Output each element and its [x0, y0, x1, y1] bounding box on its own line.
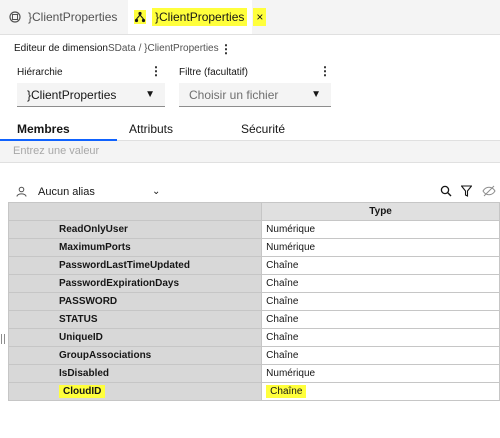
- table-header-row: Type: [7, 202, 500, 221]
- member-name-text: CloudID: [59, 385, 106, 398]
- member-type[interactable]: Chaîne: [261, 310, 500, 329]
- member-type[interactable]: Numérique: [261, 364, 500, 383]
- member-name: PASSWORD: [7, 292, 263, 311]
- resize-handle[interactable]: [1, 334, 5, 344]
- table-row[interactable]: IsDisabled Numérique: [7, 364, 500, 383]
- member-name: PasswordLastTimeUpdated: [7, 256, 263, 275]
- tab-bar: }ClientProperties }ClientProperties ×: [0, 0, 500, 35]
- alias-toolbar: Aucun alias ⌄: [0, 180, 500, 204]
- member-type[interactable]: Chaîne: [261, 382, 500, 401]
- tab-label: }ClientProperties: [28, 10, 118, 24]
- member-type[interactable]: Numérique: [261, 220, 500, 239]
- filter-label: Filtre (facultatif): [179, 67, 248, 78]
- chevron-down-icon[interactable]: ⌄: [152, 186, 160, 197]
- alias-dropdown[interactable]: Aucun alias: [38, 186, 95, 198]
- search-icon[interactable]: [440, 185, 452, 200]
- member-name: GroupAssociations: [7, 346, 263, 365]
- table-row[interactable]: PASSWORD Chaîne: [7, 292, 500, 311]
- tab-hierarchy[interactable]: }ClientProperties ×: [128, 0, 267, 34]
- close-icon[interactable]: ×: [253, 8, 267, 26]
- column-header-type[interactable]: Type: [261, 202, 500, 221]
- member-type[interactable]: Chaîne: [261, 274, 500, 293]
- tab-membres[interactable]: Membres: [17, 122, 70, 136]
- table-row[interactable]: PasswordLastTimeUpdated Chaîne: [7, 256, 500, 275]
- member-name: ReadOnlyUser: [7, 220, 263, 239]
- member-name: CloudID: [7, 382, 263, 401]
- member-name: MaximumPorts: [7, 238, 263, 257]
- overflow-menu-icon[interactable]: ⋮: [150, 65, 162, 77]
- page-title: Editeur de dimension: [14, 43, 108, 54]
- hierarchy-dropdown[interactable]: }ClientProperties ▼: [17, 83, 165, 107]
- hide-icon[interactable]: [482, 185, 496, 200]
- breadcrumb[interactable]: SData / }ClientProperties: [108, 43, 219, 54]
- overflow-menu-icon[interactable]: ⋮: [319, 65, 331, 77]
- members-table: Type ReadOnlyUser Numérique MaximumPorts N…: [7, 202, 500, 401]
- table-row[interactable]: MaximumPorts Numérique: [7, 238, 500, 257]
- dimension-icon: [8, 10, 22, 24]
- member-name: UniqueID: [7, 328, 263, 347]
- table-row[interactable]: ReadOnlyUser Numérique: [7, 220, 500, 239]
- filter-placeholder: Choisir un fichier: [189, 87, 279, 102]
- hierarchy-value: }ClientProperties: [27, 87, 117, 102]
- table-corner: [7, 202, 263, 221]
- member-type[interactable]: Numérique: [261, 238, 500, 257]
- user-icon: [16, 186, 27, 200]
- chevron-down-icon: ▼: [145, 89, 155, 100]
- hierarchy-label: Hiérarchie: [17, 67, 63, 78]
- member-name: STATUS: [7, 310, 263, 329]
- tab-dimension[interactable]: }ClientProperties: [0, 0, 126, 34]
- member-name: IsDisabled: [7, 364, 263, 383]
- filter-icon[interactable]: [460, 185, 473, 200]
- member-type[interactable]: Chaîne: [261, 346, 500, 365]
- table-row[interactable]: STATUS Chaîne: [7, 310, 500, 329]
- member-type[interactable]: Chaîne: [261, 292, 500, 311]
- sub-tabs: Membres Attributs Sécurité: [0, 118, 500, 141]
- hierarchy-icon: [134, 10, 146, 24]
- table-row[interactable]: UniqueID Chaîne: [7, 328, 500, 347]
- member-type[interactable]: Chaîne: [261, 256, 500, 275]
- tab-securite[interactable]: Sécurité: [241, 122, 285, 136]
- table-row[interactable]: PasswordExpirationDays Chaîne: [7, 274, 500, 293]
- tab-attributs[interactable]: Attributs: [129, 122, 173, 136]
- member-type-text: Chaîne: [266, 385, 307, 398]
- member-name: PasswordExpirationDays: [7, 274, 263, 293]
- member-type[interactable]: Chaîne: [261, 328, 500, 347]
- filter-dropdown[interactable]: Choisir un fichier ▼: [179, 83, 331, 107]
- overflow-menu-icon[interactable]: ⋮: [220, 43, 232, 55]
- search-input[interactable]: Entrez une valeur: [0, 141, 500, 163]
- chevron-down-icon: ▼: [311, 89, 321, 100]
- table-row[interactable]: CloudID Chaîne: [7, 382, 500, 401]
- tab-label: }ClientProperties: [152, 8, 248, 26]
- table-row[interactable]: GroupAssociations Chaîne: [7, 346, 500, 365]
